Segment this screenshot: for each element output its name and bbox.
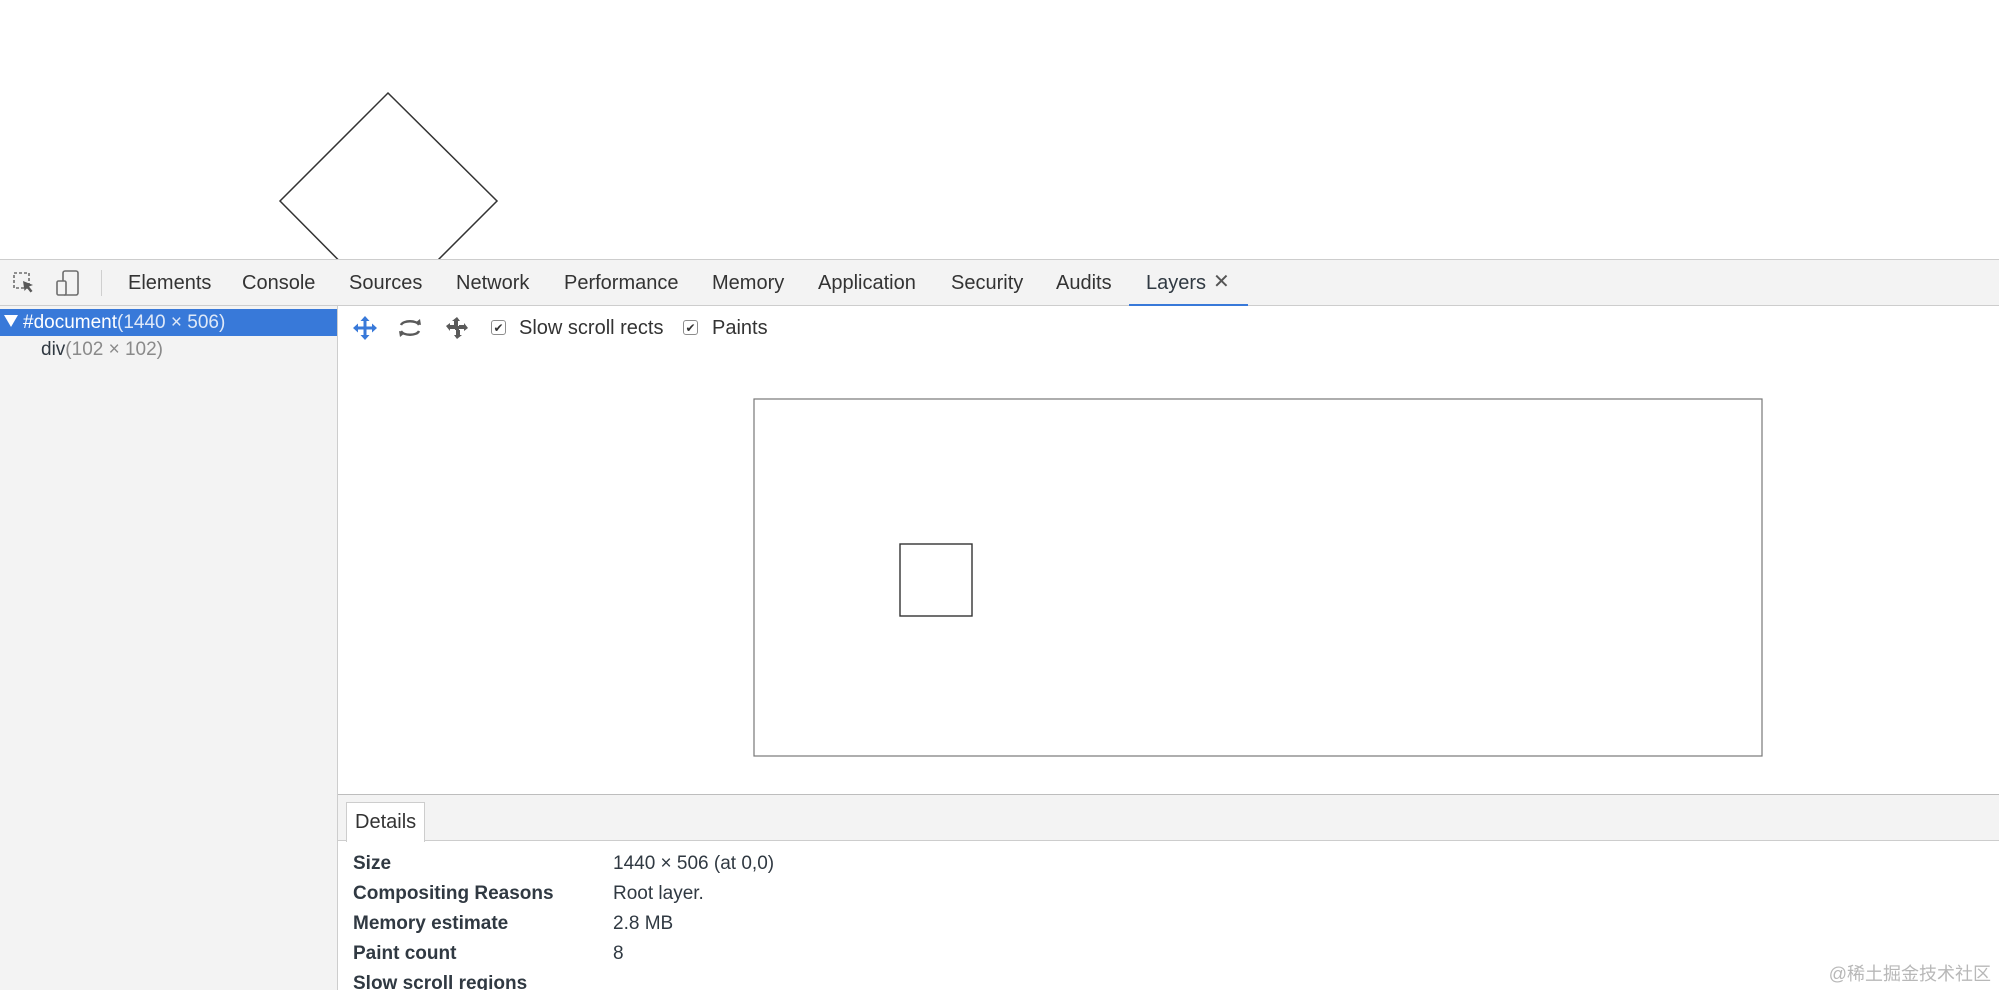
tab-layers-label: Layers	[1146, 272, 1207, 294]
tab-console[interactable]: Console	[238, 260, 319, 306]
detail-name: Slow scroll regions	[353, 973, 528, 990]
rotate-mode-icon[interactable]	[394, 312, 426, 344]
tab-application[interactable]: Application	[814, 260, 920, 306]
inspect-element-icon[interactable]	[9, 268, 39, 298]
devtools-tabbar: Elements Console Sources Network Perform…	[0, 260, 1999, 307]
layers-3d-view[interactable]	[338, 348, 1999, 795]
paints-checkbox[interactable]: ✔	[683, 320, 698, 335]
paints-label[interactable]: Paints	[712, 306, 768, 350]
tab-network[interactable]: Network	[452, 260, 533, 306]
layer-size: (102 × 102)	[65, 339, 164, 360]
div-layer-rect	[899, 543, 973, 617]
detail-value: Root layer.	[613, 883, 704, 904]
tab-sources[interactable]: Sources	[345, 260, 426, 306]
tab-memory[interactable]: Memory	[708, 260, 788, 306]
inspected-page	[0, 0, 1999, 259]
tab-details[interactable]: Details	[346, 802, 426, 842]
device-toolbar-icon[interactable]	[53, 268, 83, 298]
layer-tree-item-div[interactable]: div(102 × 102)	[0, 336, 337, 363]
detail-name: Paint count	[353, 943, 457, 964]
slow-scroll-rects-label[interactable]: Slow scroll rects	[519, 306, 663, 350]
expand-arrow-icon[interactable]	[4, 314, 18, 327]
detail-value: 8	[613, 943, 624, 964]
pan-mode-icon[interactable]	[349, 312, 381, 344]
layers-panel: ✔ Slow scroll rects ✔ Paints Details Siz…	[338, 306, 1999, 990]
close-tab-icon[interactable]: ✕	[1213, 260, 1230, 306]
rotated-square-shape	[278, 91, 499, 259]
layer-tree-item-document[interactable]: #document(1440 × 506)	[0, 309, 337, 336]
document-layer-rect	[753, 398, 1763, 757]
devtools-panel: Elements Console Sources Network Perform…	[0, 259, 1999, 990]
tab-audits[interactable]: Audits	[1052, 260, 1116, 306]
toolbar-divider	[101, 270, 102, 296]
details-pane: Details Size 1440 × 506 (at 0,0) Composi…	[338, 794, 1999, 990]
layer-name: div	[41, 339, 66, 360]
layer-tree-sidebar: #document(1440 × 506) div(102 × 102)	[0, 306, 338, 990]
watermark: @稀土掘金技术社区	[1828, 964, 1991, 984]
detail-name: Size	[353, 853, 392, 874]
detail-value: 2.8 MB	[613, 913, 674, 934]
details-tabbar: Details	[338, 795, 1999, 842]
tab-elements[interactable]: Elements	[124, 260, 215, 306]
layer-name: #document	[23, 312, 118, 333]
layers-toolbar: ✔ Slow scroll rects ✔ Paints	[338, 306, 1999, 348]
tab-layers[interactable]: Layers	[1129, 260, 1249, 307]
tab-performance[interactable]: Performance	[560, 260, 683, 306]
slow-scroll-rects-checkbox[interactable]: ✔	[491, 320, 506, 335]
layers-canvas[interactable]	[338, 348, 1999, 795]
detail-name: Memory estimate	[353, 913, 509, 934]
detail-value: 1440 × 506 (at 0,0)	[613, 853, 775, 874]
layer-size: (1440 × 506)	[117, 312, 226, 333]
reset-transform-icon[interactable]	[441, 312, 473, 344]
tab-security[interactable]: Security	[947, 260, 1027, 306]
detail-name: Compositing Reasons	[353, 883, 554, 904]
